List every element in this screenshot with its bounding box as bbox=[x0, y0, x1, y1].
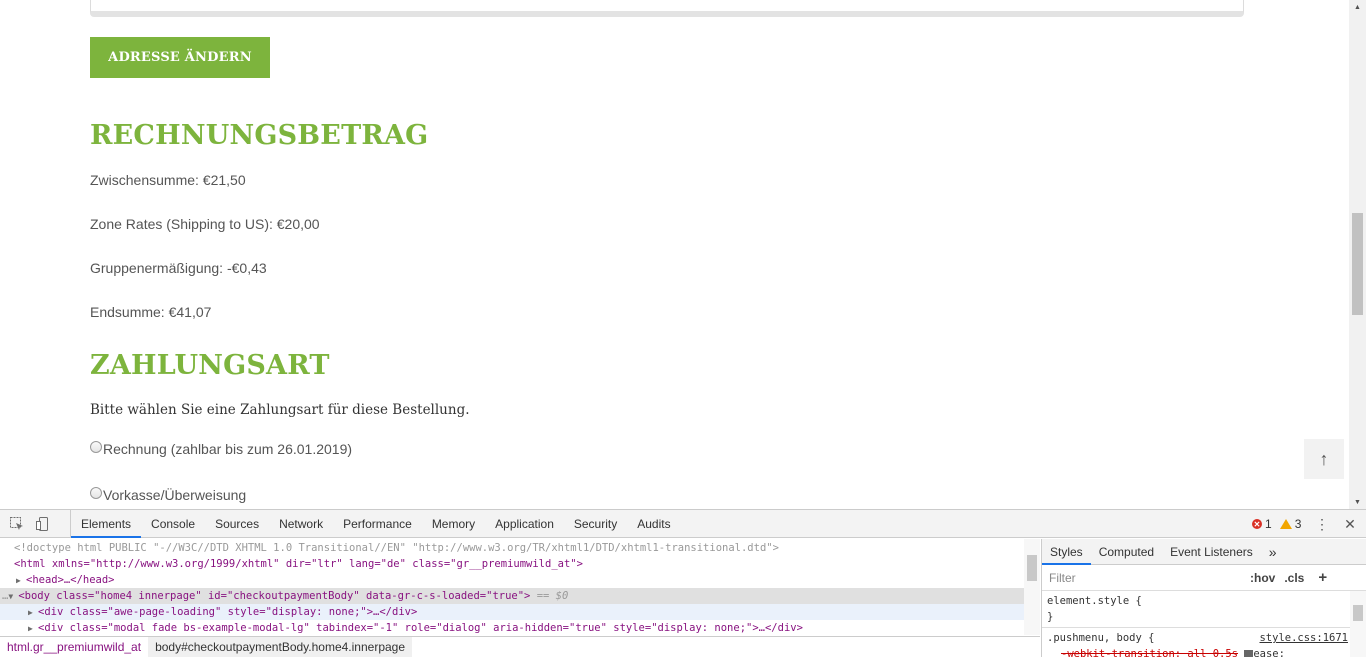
tab-memory[interactable]: Memory bbox=[422, 510, 485, 538]
devtools-tabs: Elements Console Sources Network Perform… bbox=[70, 510, 681, 538]
tab-application[interactable]: Application bbox=[485, 510, 564, 538]
error-warning-counter[interactable]: ✕ 1 3 bbox=[1252, 510, 1301, 538]
dom-node-doctype[interactable]: <!doctype html PUBLIC "-//W3C//DTD XHTML… bbox=[0, 540, 1024, 556]
payment-option-label: Vorkasse/Überweisung bbox=[103, 487, 247, 503]
scroll-down-icon[interactable]: ▼ bbox=[1349, 495, 1366, 509]
shipping-line: Zone Rates (Shipping to US): €20,00 bbox=[90, 216, 320, 232]
styles-sidebar: Styles Computed Event Listeners » :hov .… bbox=[1041, 539, 1366, 657]
dom-tree[interactable]: <!doctype html PUBLIC "-//W3C//DTD XHTML… bbox=[0, 539, 1040, 635]
payment-option-label: Rechnung (zahlbar bis zum 26.01.2019) bbox=[103, 441, 353, 457]
discount-line: Gruppenermäßigung: -€0,43 bbox=[90, 260, 267, 276]
tab-styles[interactable]: Styles bbox=[1042, 539, 1091, 565]
dom-node-html[interactable]: <html xmlns="http://www.w3.org/1999/xhtm… bbox=[0, 556, 1024, 572]
address-box bbox=[90, 0, 1244, 17]
page-viewport: ADRESSE ÄNDERN RECHNUNGSBETRAG Zwischens… bbox=[0, 0, 1366, 509]
radio-button[interactable] bbox=[90, 441, 102, 453]
close-icon[interactable]: ✕ bbox=[1340, 510, 1360, 538]
new-rule-icon[interactable]: + bbox=[1318, 569, 1327, 586]
css-rule[interactable]: .pushmenu, body { style.css:1671 -webkit… bbox=[1042, 628, 1366, 657]
warning-count: 3 bbox=[1294, 517, 1302, 531]
scroll-up-icon[interactable]: ▲ bbox=[1349, 0, 1366, 14]
tab-audits[interactable]: Audits bbox=[627, 510, 680, 538]
devtools-panel: Elements Console Sources Network Perform… bbox=[0, 509, 1366, 657]
dom-scrollbar[interactable] bbox=[1024, 539, 1040, 635]
scrollbar-thumb[interactable] bbox=[1353, 605, 1363, 621]
styles-scrollbar[interactable] bbox=[1350, 591, 1366, 657]
payment-heading: ZAHLUNGSART bbox=[90, 350, 330, 381]
expand-triangle-icon[interactable]: ▶ bbox=[28, 621, 38, 635]
error-icon: ✕ bbox=[1252, 519, 1262, 529]
breadcrumb: html.gr__premiumwild_at body#checkoutpay… bbox=[0, 636, 1040, 657]
dom-node-body[interactable]: …▼ <body class="home4 innerpage" id="chec… bbox=[0, 588, 1024, 604]
styles-filter-input[interactable] bbox=[1045, 567, 1241, 588]
dom-node-head[interactable]: ▶ <head>…</head> bbox=[0, 572, 1024, 588]
dom-node-div-loading[interactable]: ▶ <div class="awe-page-loading" style="di… bbox=[0, 604, 1024, 620]
payment-intro: Bitte wählen Sie eine Zahlungsart für di… bbox=[90, 402, 470, 418]
more-tabs-icon[interactable]: » bbox=[1261, 539, 1285, 565]
warning-icon bbox=[1279, 519, 1292, 529]
billing-heading: RECHNUNGSBETRAG bbox=[90, 120, 429, 151]
inspect-element-icon[interactable] bbox=[9, 516, 25, 532]
breadcrumb-body[interactable]: body#checkoutpaymentBody.home4.innerpage bbox=[148, 637, 413, 657]
device-toolbar-icon[interactable] bbox=[35, 516, 51, 532]
payment-option-prepayment[interactable]: Vorkasse/Überweisung bbox=[90, 487, 246, 503]
collapse-triangle-icon[interactable]: ▼ bbox=[8, 589, 18, 605]
tab-security[interactable]: Security bbox=[564, 510, 627, 538]
page-scrollbar[interactable]: ▲ ▼ bbox=[1349, 0, 1366, 509]
change-address-button[interactable]: ADRESSE ÄNDERN bbox=[90, 37, 270, 78]
tab-network[interactable]: Network bbox=[269, 510, 333, 538]
more-options-icon[interactable]: ⋮ bbox=[1312, 510, 1332, 538]
breadcrumb-html[interactable]: html.gr__premiumwild_at bbox=[0, 637, 148, 657]
total-line: Endsumme: €41,07 bbox=[90, 304, 212, 320]
radio-button[interactable] bbox=[90, 487, 102, 499]
tab-computed[interactable]: Computed bbox=[1091, 539, 1162, 565]
dom-node-div-modal[interactable]: ▶ <div class="modal fade bs-example-modal… bbox=[0, 620, 1024, 635]
rule-source-link[interactable]: style.css:1671 bbox=[1259, 630, 1348, 646]
tab-sources[interactable]: Sources bbox=[205, 510, 269, 538]
scrollbar-thumb[interactable] bbox=[1352, 213, 1363, 315]
devtools-toolbar: Elements Console Sources Network Perform… bbox=[0, 510, 1366, 538]
expand-triangle-icon[interactable]: ▶ bbox=[28, 605, 38, 621]
scrollbar-thumb[interactable] bbox=[1027, 555, 1037, 581]
expand-triangle-icon[interactable]: ▶ bbox=[16, 573, 26, 589]
tab-event-listeners[interactable]: Event Listeners bbox=[1162, 539, 1261, 565]
hover-state-toggle[interactable]: :hov bbox=[1250, 571, 1275, 585]
class-toggle[interactable]: .cls bbox=[1284, 571, 1304, 585]
payment-option-invoice[interactable]: Rechnung (zahlbar bis zum 26.01.2019) bbox=[90, 441, 352, 457]
tab-performance[interactable]: Performance bbox=[333, 510, 422, 538]
styles-tabs: Styles Computed Event Listeners » bbox=[1042, 539, 1366, 565]
element-style-rule[interactable]: element.style { } bbox=[1042, 591, 1366, 628]
back-to-top-button[interactable]: ↑ bbox=[1304, 439, 1344, 479]
styles-filter-bar: :hov .cls + bbox=[1042, 565, 1366, 591]
checkbox-icon[interactable] bbox=[1244, 649, 1254, 657]
tab-elements[interactable]: Elements bbox=[71, 510, 142, 538]
tab-console[interactable]: Console bbox=[141, 510, 205, 538]
subtotal-line: Zwischensumme: €21,50 bbox=[90, 172, 246, 188]
arrow-up-icon: ↑ bbox=[1319, 448, 1329, 469]
error-count: 1 bbox=[1265, 517, 1272, 531]
